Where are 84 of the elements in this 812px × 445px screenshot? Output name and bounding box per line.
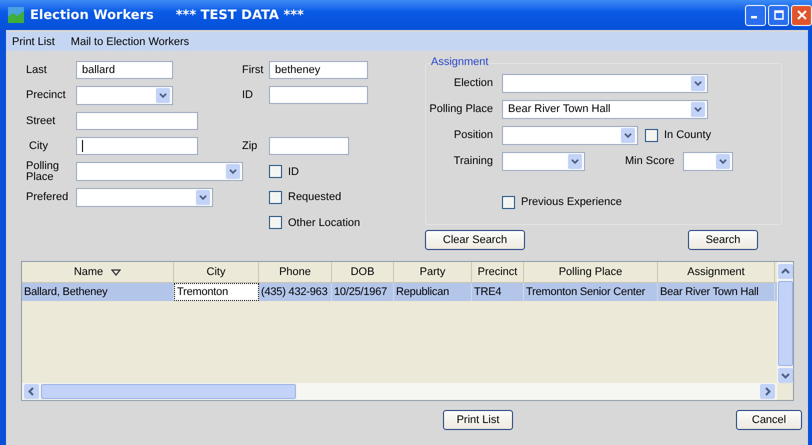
text-field[interactable] (269, 137, 349, 156)
search-button[interactable]: Search (688, 230, 758, 250)
chevron-down-icon (195, 190, 211, 205)
text-field[interactable]: betheney (269, 60, 368, 79)
column-header[interactable]: City (174, 262, 259, 282)
checkbox-label: Other Location (288, 216, 360, 229)
chevron-down-icon (690, 102, 706, 116)
field-label: Min Score (625, 155, 675, 167)
checkbox[interactable] (269, 216, 282, 230)
scroll-left-icon (24, 384, 39, 399)
chevron-down-icon (690, 76, 706, 90)
dropdown[interactable] (76, 188, 213, 207)
field-label: Election (452, 77, 493, 89)
minimize-button[interactable] (745, 4, 766, 26)
table-cell: TRE4 (472, 283, 524, 301)
column-header[interactable]: Party (394, 262, 472, 282)
field-label: City (28, 140, 49, 152)
checkbox[interactable] (645, 128, 658, 142)
checkbox-label: In County (664, 129, 712, 141)
window-subtitle: *** TEST DATA *** (176, 8, 304, 22)
maximize-icon (774, 10, 784, 20)
column-header[interactable]: Name (22, 262, 174, 282)
app-icon (8, 7, 24, 23)
dropdown[interactable] (502, 126, 638, 144)
table-cell: 10/25/1967 (332, 283, 394, 301)
scroll-down-icon (778, 368, 792, 383)
maximize-button[interactable] (768, 4, 789, 26)
chevron-down-icon (225, 164, 241, 180)
text-field[interactable] (76, 112, 198, 130)
table-cell: Tremonton (174, 283, 259, 301)
table-cell: (435) 432-963 (259, 283, 332, 301)
scroll-up-icon (778, 264, 792, 279)
menu-item[interactable]: Print List (12, 36, 55, 48)
column-header[interactable]: Polling Place (524, 262, 658, 282)
checkbox-label: ID (288, 166, 299, 178)
field-label: Position (452, 129, 493, 141)
field-label: Street (26, 114, 56, 127)
close-icon (796, 10, 806, 20)
chevron-down-icon (620, 128, 636, 142)
column-header[interactable]: Assignment (658, 262, 775, 282)
text-field[interactable]: ballard (76, 60, 173, 79)
field-label: Polling Place (428, 103, 493, 115)
horizontal-scrollbar[interactable] (22, 383, 777, 400)
checkbox[interactable] (269, 165, 282, 178)
table-cell: Tremonton Senior Center (524, 283, 658, 301)
text-field[interactable] (76, 137, 198, 156)
text-field[interactable] (269, 86, 368, 104)
field-label: Prefered (26, 191, 70, 204)
clear-search-button[interactable]: Clear Search (425, 230, 525, 250)
dropdown[interactable]: Bear River Town Hall (502, 100, 708, 118)
field-label: ID (242, 89, 253, 102)
chevron-down-icon (714, 154, 731, 168)
group-legend: Assignment (430, 56, 490, 68)
column-header[interactable]: DOB (332, 262, 394, 282)
dropdown[interactable] (682, 152, 733, 170)
field-label: First (242, 64, 264, 76)
column-header[interactable]: Phone (259, 262, 332, 282)
checkbox-label: Previous Experience (521, 196, 622, 208)
window-title: Election Workers (30, 8, 154, 22)
close-button[interactable] (791, 4, 812, 26)
minimize-icon (751, 16, 757, 19)
field-label: Polling Place (26, 160, 60, 183)
dropdown[interactable] (76, 162, 243, 182)
field-label: Training (452, 155, 493, 167)
print-list-button[interactable]: Print List (443, 410, 513, 430)
field-label: Precinct (26, 89, 67, 102)
scroll-right-icon (760, 384, 775, 399)
field-label: Last (26, 64, 48, 76)
vertical-scrollbar[interactable] (777, 262, 793, 400)
chevron-down-icon (155, 88, 171, 103)
table-cell: Republican (394, 283, 472, 301)
menu-item[interactable]: Mail to Election Workers (70, 36, 190, 48)
dropdown[interactable] (502, 74, 708, 92)
dropdown[interactable] (502, 152, 585, 170)
checkbox-label: Requested (288, 191, 342, 204)
table-cell: Bear River Town Hall (658, 283, 775, 301)
table-row[interactable]: Ballard, Betheney Tremonton (435) 432-963 10/25/1967 Republican TRE4 Tremonton Senior Center Bear River Town Hall (22, 283, 777, 301)
dropdown[interactable] (76, 86, 173, 105)
chevron-down-icon (567, 154, 583, 168)
column-header[interactable]: Precinct (472, 262, 524, 282)
cancel-button[interactable]: Cancel (736, 410, 802, 430)
checkbox[interactable] (269, 190, 282, 204)
field-label: Zip (242, 140, 258, 152)
checkbox[interactable] (502, 196, 515, 208)
